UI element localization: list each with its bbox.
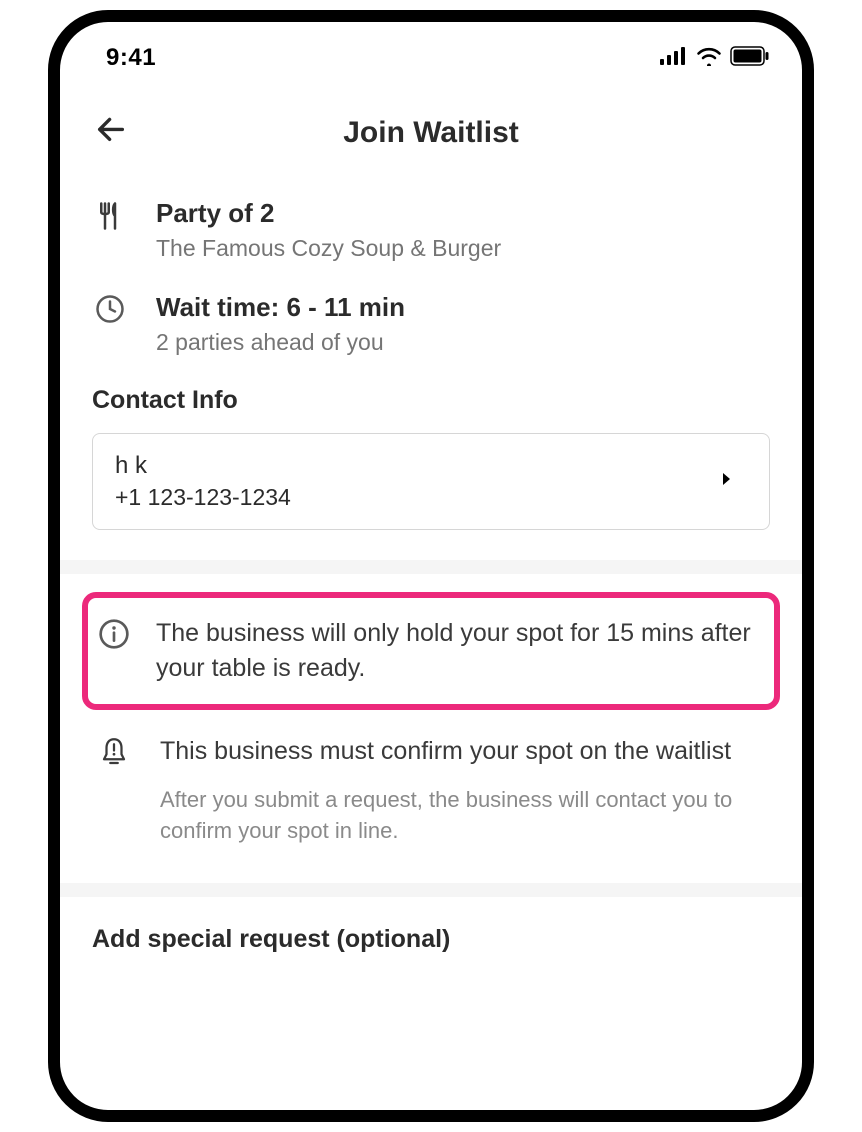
party-info-row: Party of 2 The Famous Cozy Soup & Burger (92, 198, 770, 262)
caret-right-icon (721, 472, 747, 491)
hold-spot-text: The business will only hold your spot fo… (156, 616, 756, 686)
main-content: Party of 2 The Famous Cozy Soup & Burger… (60, 174, 802, 954)
parties-ahead-label: 2 parties ahead of you (156, 329, 770, 356)
device-frame: 9:41 (48, 10, 814, 1122)
arrow-left-icon (94, 112, 128, 146)
page-title: Join Waitlist (88, 116, 774, 150)
contact-phone: +1 123-123-1234 (115, 484, 291, 511)
back-button[interactable] (94, 112, 128, 151)
party-size-label: Party of 2 (156, 198, 770, 229)
status-time: 9:41 (106, 44, 156, 72)
confirm-subtitle: After you submit a request, the business… (160, 785, 766, 847)
signal-icon (660, 47, 688, 70)
wifi-icon (696, 46, 722, 71)
special-request-title: Add special request (optional) (92, 925, 770, 954)
wait-time-row: Wait time: 6 - 11 min 2 parties ahead of… (92, 292, 770, 356)
confirm-notice-row: This business must confirm your spot on … (92, 720, 770, 847)
section-divider (60, 883, 802, 897)
clock-icon (92, 292, 128, 324)
contact-card[interactable]: h k +1 123-123-1234 (92, 433, 770, 530)
battery-icon (730, 46, 770, 71)
section-divider (60, 560, 802, 574)
wait-time-label: Wait time: 6 - 11 min (156, 292, 770, 323)
page-header: Join Waitlist (60, 82, 802, 174)
info-icon (94, 616, 134, 650)
bell-alert-icon (96, 734, 132, 770)
status-icons (660, 46, 770, 71)
restaurant-icon (92, 198, 128, 232)
hold-spot-notice: The business will only hold your spot fo… (82, 592, 780, 710)
status-bar: 9:41 (60, 22, 802, 82)
restaurant-name: The Famous Cozy Soup & Burger (156, 235, 770, 262)
contact-name: h k (115, 452, 291, 480)
contact-section-title: Contact Info (92, 386, 770, 415)
confirm-title: This business must confirm your spot on … (160, 734, 766, 769)
